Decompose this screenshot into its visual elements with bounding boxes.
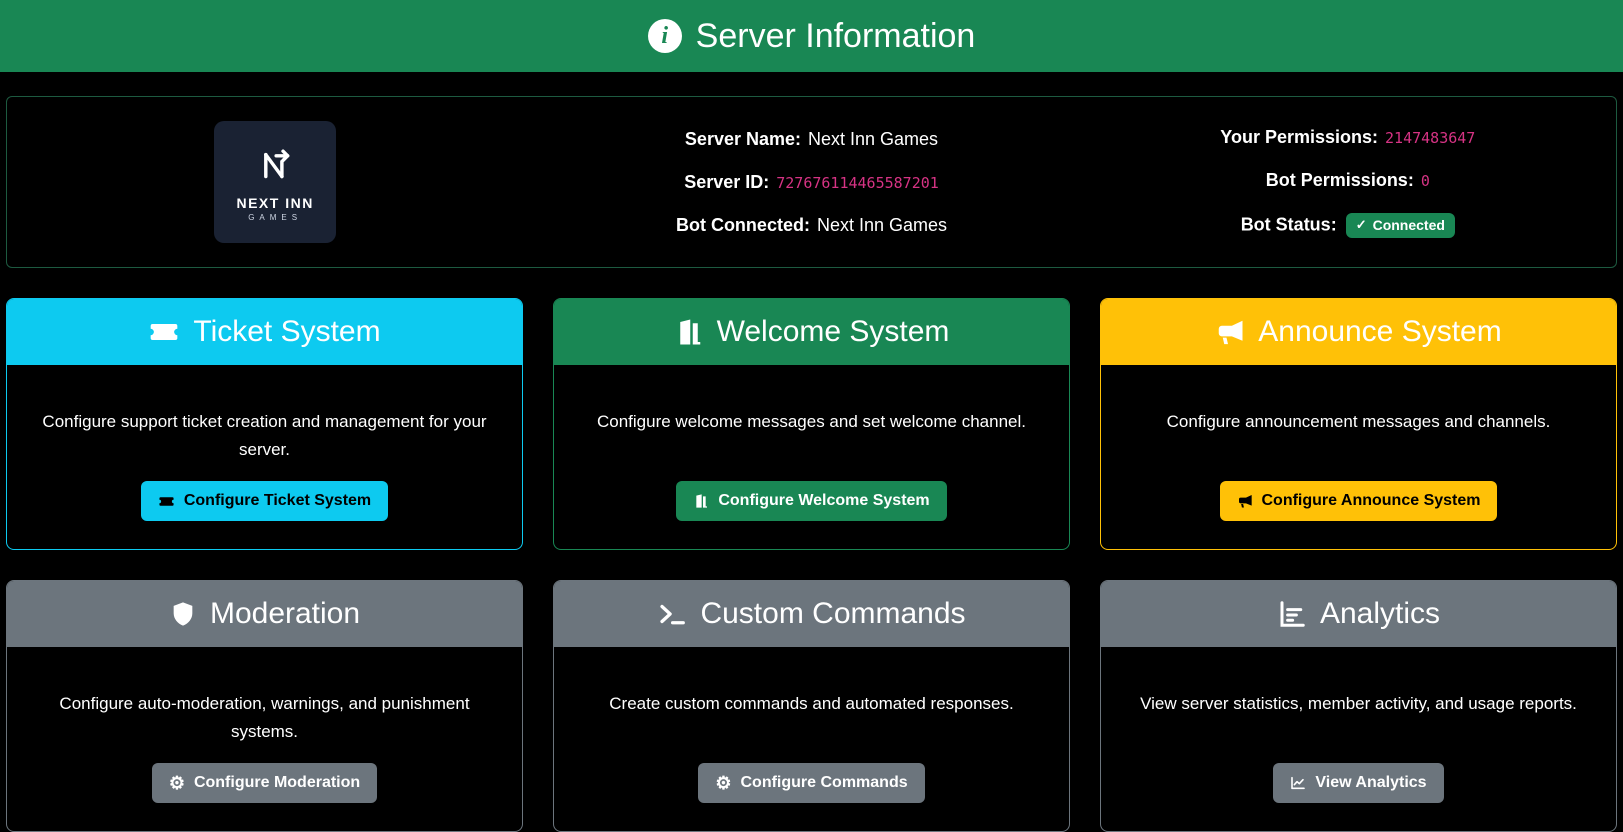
bot-status-label: Bot Status: xyxy=(1241,214,1337,234)
server-id-value: 727676114465587201 xyxy=(776,174,939,192)
server-id-field: Server ID: 727676114465587201 xyxy=(684,172,939,193)
bot-permissions-field: Bot Permissions: 0 xyxy=(1266,170,1430,191)
ticket-icon xyxy=(148,316,180,348)
bot-permissions-label: Bot Permissions: xyxy=(1266,170,1414,190)
check-icon: ✓ xyxy=(1356,218,1367,231)
server-name-label: Server Name: xyxy=(685,129,801,149)
configure-commands-button[interactable]: ⚙ Configure Commands xyxy=(698,763,924,803)
configure-welcome-system-button[interactable]: Configure Welcome System xyxy=(676,481,946,521)
card-moderation-description: Configure auto-moderation, warnings, and… xyxy=(31,690,498,746)
door-open-icon xyxy=(674,317,704,347)
card-announce-title: Announce System xyxy=(1258,315,1501,349)
megaphone-icon xyxy=(1215,317,1245,347)
server-id-label: Server ID: xyxy=(684,172,769,192)
your-permissions-value: 2147483647 xyxy=(1385,129,1475,147)
configure-moderation-button[interactable]: ⚙ Configure Moderation xyxy=(152,763,377,803)
bot-connected-value: Next Inn Games xyxy=(817,215,947,235)
card-welcome-title: Welcome System xyxy=(717,315,950,349)
configure-ticket-system-label: Configure Ticket System xyxy=(184,492,371,510)
card-ticket-header: Ticket System xyxy=(7,299,522,365)
card-commands-body: Create custom commands and automated res… xyxy=(554,647,1069,831)
view-analytics-button[interactable]: View Analytics xyxy=(1273,763,1443,803)
server-info-right-column: Your Permissions: 2147483647 Bot Permissi… xyxy=(1080,121,1616,243)
card-welcome-description: Configure welcome messages and set welco… xyxy=(597,408,1026,436)
card-announce-body: Configure announcement messages and chan… xyxy=(1101,365,1616,549)
card-commands-header: Custom Commands xyxy=(554,581,1069,647)
status-badge: ✓ Connected xyxy=(1346,213,1455,238)
page-title: Server Information xyxy=(696,17,976,56)
card-analytics-header: Analytics xyxy=(1101,581,1616,647)
gear-icon: ⚙ xyxy=(715,774,731,792)
server-info-center-column: Server Name: Next Inn Games Server ID: 727… xyxy=(543,121,1079,243)
card-analytics-title: Analytics xyxy=(1320,597,1440,631)
card-commands-description: Create custom commands and automated res… xyxy=(609,690,1013,718)
card-analytics: Analytics View server statistics, member… xyxy=(1100,580,1617,832)
bot-connected-label: Bot Connected: xyxy=(676,215,810,235)
configure-commands-label: Configure Commands xyxy=(741,774,908,792)
status-badge-text: Connected xyxy=(1373,217,1445,233)
your-permissions-label: Your Permissions: xyxy=(1220,127,1378,147)
terminal-icon xyxy=(657,599,687,629)
card-moderation-body: Configure auto-moderation, warnings, and… xyxy=(7,647,522,831)
info-circle-icon: i xyxy=(648,19,682,53)
card-moderation: Moderation Configure auto-moderation, wa… xyxy=(6,580,523,832)
card-custom-commands: Custom Commands Create custom commands a… xyxy=(553,580,1070,832)
server-logo-subtext: GAMES xyxy=(248,213,302,222)
card-analytics-description: View server statistics, member activity,… xyxy=(1140,690,1577,718)
door-open-icon xyxy=(693,493,709,509)
configure-moderation-label: Configure Moderation xyxy=(194,774,360,792)
server-name-value: Next Inn Games xyxy=(808,129,938,149)
card-ticket-system: Ticket System Configure support ticket c… xyxy=(6,298,523,550)
card-welcome-body: Configure welcome messages and set welco… xyxy=(554,365,1069,549)
bot-status-field: Bot Status: ✓ Connected xyxy=(1241,213,1455,238)
megaphone-icon xyxy=(1237,493,1253,509)
bot-connected-field: Bot Connected: Next Inn Games xyxy=(676,215,947,236)
view-analytics-label: View Analytics xyxy=(1315,774,1426,792)
card-announce-header: Announce System xyxy=(1101,299,1616,365)
gear-icon: ⚙ xyxy=(169,774,185,792)
server-logo-text: NEXT INN xyxy=(236,195,313,211)
ticket-icon xyxy=(158,493,175,510)
chart-line-icon xyxy=(1290,775,1306,791)
configure-welcome-system-label: Configure Welcome System xyxy=(718,492,929,510)
configure-ticket-system-button[interactable]: Configure Ticket System xyxy=(141,481,388,521)
card-commands-title: Custom Commands xyxy=(700,597,965,631)
card-ticket-body: Configure support ticket creation and ma… xyxy=(7,365,522,549)
server-logo-column: NEXT INN GAMES xyxy=(7,121,543,243)
card-ticket-title: Ticket System xyxy=(193,315,380,349)
card-analytics-body: View server statistics, member activity,… xyxy=(1101,647,1616,831)
bot-permissions-value: 0 xyxy=(1421,172,1430,190)
server-name-field: Server Name: Next Inn Games xyxy=(685,129,938,150)
configure-announce-system-button[interactable]: Configure Announce System xyxy=(1220,481,1498,521)
server-logo: NEXT INN GAMES xyxy=(214,121,336,243)
card-announce-description: Configure announcement messages and chan… xyxy=(1167,408,1551,436)
bar-chart-icon xyxy=(1277,599,1307,629)
your-permissions-field: Your Permissions: 2147483647 xyxy=(1220,127,1475,148)
card-announce-system: Announce System Configure announcement m… xyxy=(1100,298,1617,550)
feature-cards-grid: Ticket System Configure support ticket c… xyxy=(6,298,1617,832)
card-moderation-header: Moderation xyxy=(7,581,522,647)
page-header: i Server Information xyxy=(0,0,1623,72)
server-info-panel: NEXT INN GAMES Server Name: Next Inn Game… xyxy=(6,96,1617,268)
card-welcome-header: Welcome System xyxy=(554,299,1069,365)
configure-announce-system-label: Configure Announce System xyxy=(1262,492,1481,510)
card-moderation-title: Moderation xyxy=(210,597,360,631)
shield-icon xyxy=(169,600,197,628)
card-ticket-description: Configure support ticket creation and ma… xyxy=(31,408,498,464)
card-welcome-system: Welcome System Configure welcome message… xyxy=(553,298,1070,550)
server-logo-mark-icon xyxy=(252,142,298,193)
